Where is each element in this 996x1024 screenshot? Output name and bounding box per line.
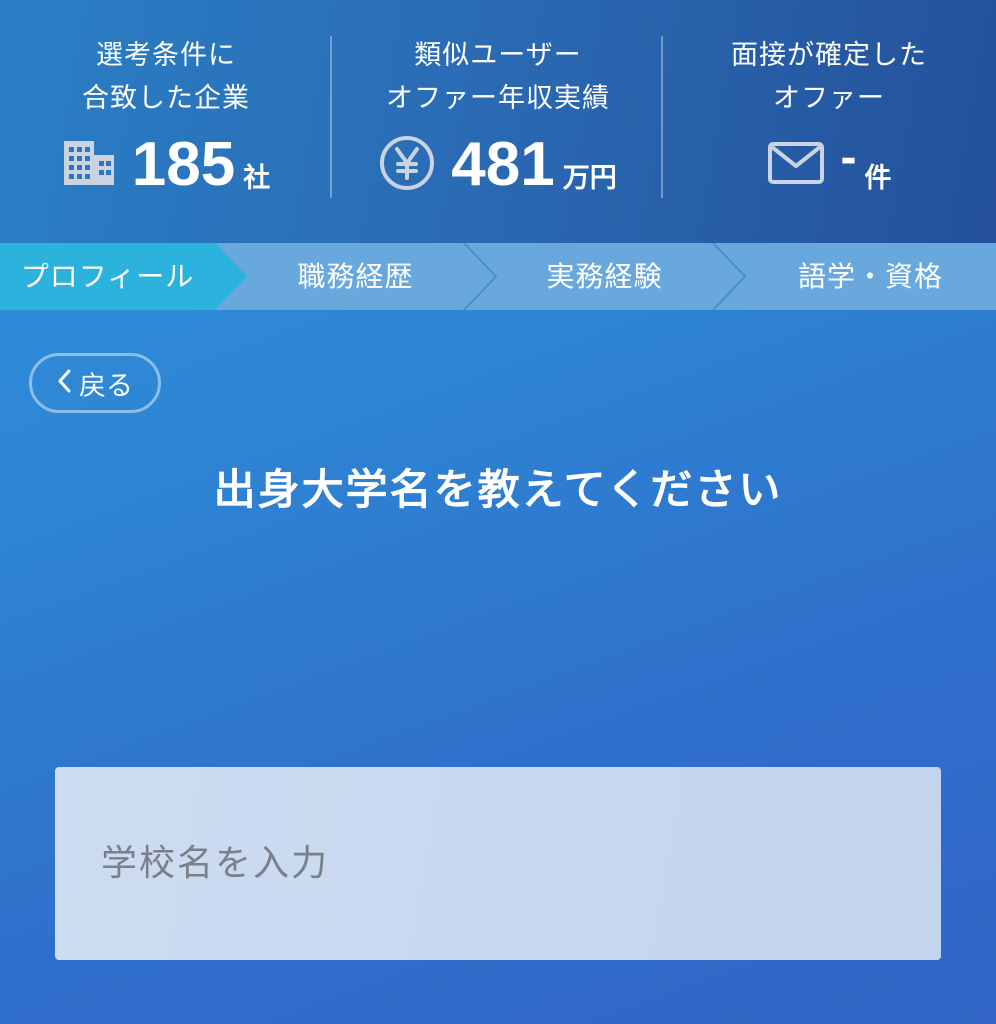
building-icon: [62, 139, 116, 191]
mail-icon: [767, 141, 825, 189]
stat-label: 選考条件に 合致した企業: [82, 40, 250, 114]
step-profile: プロフィール: [20, 260, 195, 293]
stat-matching-companies: 選考条件に 合致した企業 185 社: [0, 0, 332, 243]
stat-unit: 万円: [562, 162, 617, 194]
stat-value: -: [840, 131, 857, 184]
school-name-input[interactable]: [55, 767, 941, 960]
stat-label: 類似ユーザー オファー年収実績: [386, 40, 610, 114]
stat-value-row: 185 社: [0, 130, 332, 200]
stat-offer-salary: 類似ユーザー オファー年収実績 481 万円: [332, 0, 664, 243]
stats-header: 選考条件に 合致した企業 185 社 類似ユーザー オファー年収実績 481 万…: [0, 0, 996, 243]
back-label: 戻る: [79, 370, 133, 402]
progress-steps: プロフィール 職務経歴 実務経験 語学・資格: [0, 243, 996, 310]
yen-icon: [379, 135, 435, 195]
stat-value: 481: [451, 130, 555, 199]
stat-value: 185: [131, 130, 236, 199]
chevron-left-icon: [57, 369, 71, 397]
stat-value-row: 481 万円: [332, 130, 664, 200]
step-work-history: 職務経歴: [297, 260, 414, 293]
back-button[interactable]: 戻る: [29, 353, 161, 413]
stat-confirmed-interviews: 面接が確定した オファー - 件: [663, 0, 995, 243]
step-work-experience: 実務経験: [546, 260, 663, 293]
stat-label: 面接が確定した オファー: [731, 40, 927, 114]
stat-unit: 社: [243, 162, 271, 194]
stat-value-row: - 件: [663, 130, 995, 200]
stat-unit: 件: [864, 162, 892, 194]
page-title: 出身大学名を教えてください: [213, 465, 783, 514]
step-languages-qualifications: 語学・資格: [797, 260, 943, 293]
